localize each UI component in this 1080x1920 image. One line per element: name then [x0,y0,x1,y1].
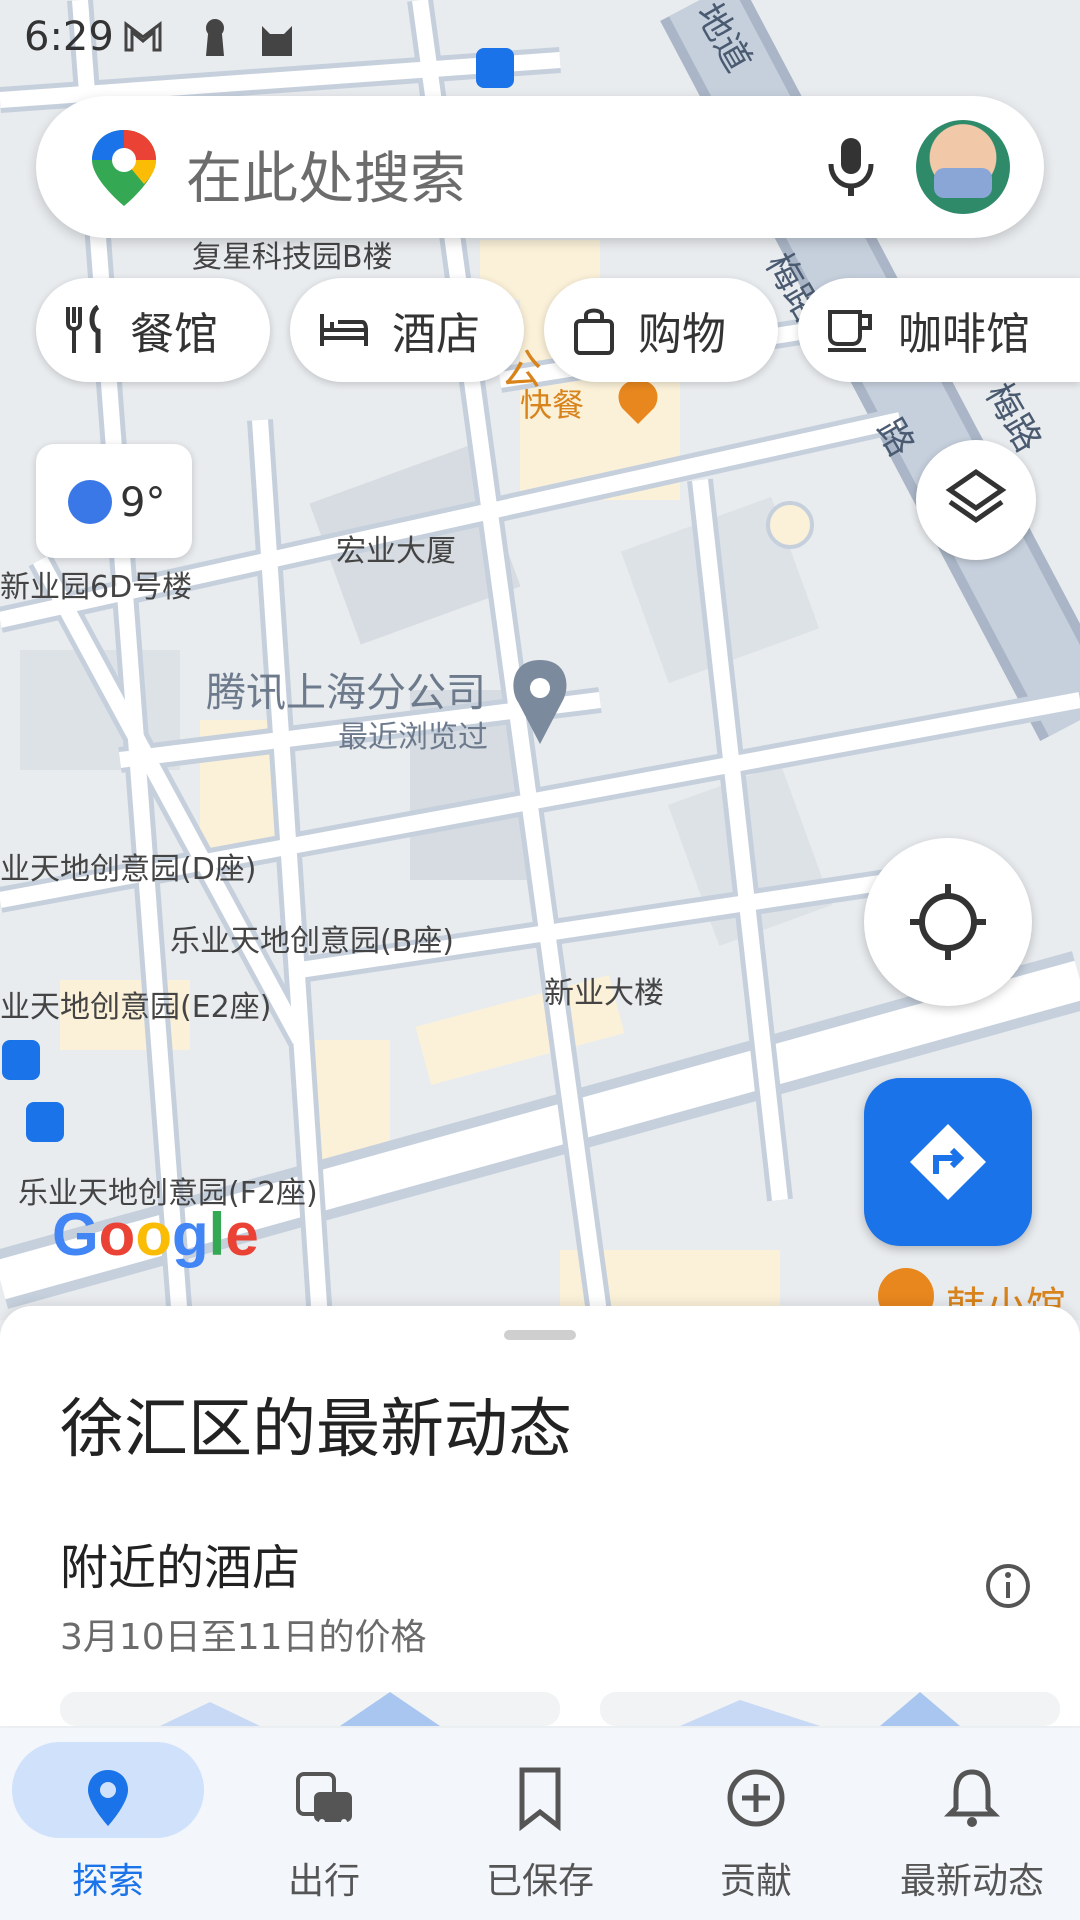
map-label-recent: 最近浏览过 [338,720,488,755]
google-logo: Google [52,1201,259,1268]
bottom-navigation: 探索 出行 已保存 贡献 最新动态 [0,1728,1080,1920]
nav-go[interactable]: 出行 [216,1728,432,1920]
map-label-leye-d[interactable]: 业天地创意园(D座) [0,844,257,888]
bell-icon [943,1769,1001,1827]
maps-pin-icon [92,130,156,206]
transit-icon [296,1772,352,1825]
fork-knife-icon [66,305,101,353]
nav-label: 出行 [287,1861,360,1902]
weather-widget[interactable]: 9° [36,444,192,558]
gmail-icon [124,20,162,52]
search-input[interactable]: 在此处搜索 [186,134,466,215]
bottom-sheet[interactable]: 徐汇区的最新动态 附近的酒店 3月10日至11日的价格 [0,1306,1080,1726]
info-icon[interactable] [984,1562,1032,1610]
layers-button[interactable] [916,440,1036,560]
location-pin-icon [88,1770,128,1826]
avatar[interactable] [916,120,1010,214]
map-label-xinye6d[interactable]: 新业园6D号楼 [0,562,192,606]
directions-button[interactable] [864,1078,1032,1246]
nav-label: 探索 [71,1861,144,1902]
keyhole-icon [206,19,224,56]
chip-shopping[interactable]: 购物 [544,278,778,382]
weather-moon-icon [68,480,112,524]
coffee-cup-icon [828,310,872,352]
status-time: 6:29 [24,14,114,60]
nav-label: 已保存 [485,1861,594,1902]
nav-saved[interactable]: 已保存 [432,1728,648,1920]
nav-contribute[interactable]: 贡献 [648,1728,864,1920]
chip-coffee[interactable]: 咖啡馆 [798,278,1080,382]
map-label-leye-b[interactable]: 乐业天地创意园(B座) [170,916,454,960]
sheet-title: 徐汇区的最新动态 [60,1393,572,1467]
chip-label: 购物 [638,309,726,360]
search-bar[interactable]: 在此处搜索 [36,96,1044,238]
directions-icon [910,1124,986,1200]
chip-label: 餐馆 [130,309,218,360]
hotels-heading: 附近的酒店 [60,1540,301,1596]
drag-handle[interactable] [504,1330,576,1340]
add-circle-icon [727,1769,785,1827]
nav-label: 贡献 [719,1861,792,1902]
map-label-xinye[interactable]: 新业大楼 [544,968,664,1012]
shopping-bag-icon [574,308,614,355]
nav-label: 最新动态 [899,1861,1044,1902]
hotel-cards-preview[interactable] [60,1692,1060,1726]
crosshair-icon [910,884,986,960]
category-chips: 餐馆 酒店 购物 咖啡馆 [36,278,1080,382]
map-label-leye-e2[interactable]: 业天地创意园(E2座) [0,982,271,1026]
layers-icon [945,468,1007,524]
bookmark-icon [519,1767,561,1832]
map-label-hongye[interactable]: 宏业大厦 [336,526,456,570]
status-bar: 6:29 [0,0,1080,70]
chip-restaurants[interactable]: 餐馆 [36,278,270,382]
nav-updates[interactable]: 最新动态 [864,1728,1080,1920]
map-label-fuxing[interactable]: 复星科技园B楼 [192,232,393,276]
cat-icon [262,26,292,56]
weather-temp: 9° [120,480,166,526]
chip-label: 咖啡馆 [898,309,1030,360]
chip-hotels[interactable]: 酒店 [290,278,524,382]
chip-label: 酒店 [392,309,480,360]
nav-explore[interactable]: 探索 [0,1728,216,1920]
map-label-tencent[interactable]: 腾讯上海分公司 [206,660,486,718]
microphone-icon[interactable] [816,132,886,202]
bed-icon [320,314,368,346]
price-dates: 3月10日至11日的价格 [60,1617,427,1658]
my-location-button[interactable] [864,838,1032,1006]
